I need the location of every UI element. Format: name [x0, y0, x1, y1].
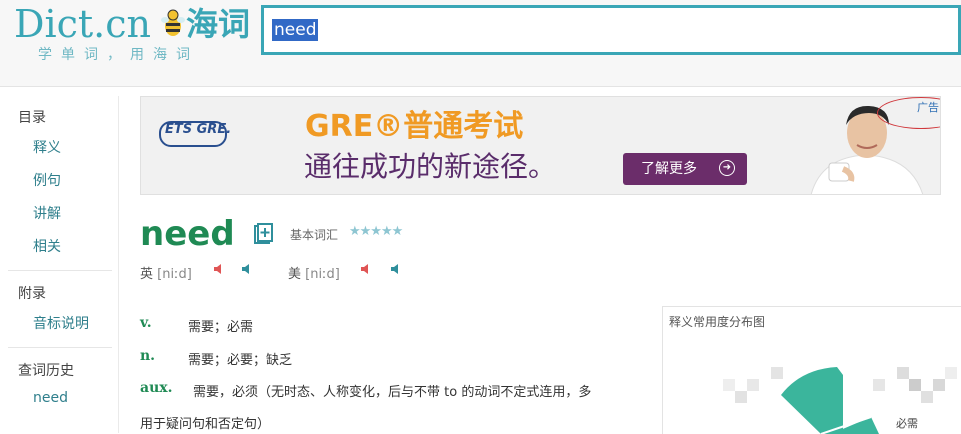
definition-text-continuation: 用于疑问句和否定句）: [140, 417, 271, 432]
sidebar-heading-contents: 目录: [18, 110, 46, 126]
speaker-red-icon[interactable]: [359, 262, 373, 276]
sidebar-divider: [118, 96, 119, 433]
search-input[interactable]: need: [261, 5, 961, 55]
definition-pos: n.: [140, 348, 156, 364]
sidebar-separator: [8, 270, 112, 271]
speaker-blue-icon[interactable]: [240, 262, 254, 276]
arrow-right-icon: ➜: [719, 160, 735, 176]
pron-uk-phonetic: [niːd]: [157, 267, 192, 282]
ad-learn-more-button[interactable]: 了解更多 ➜: [623, 153, 747, 185]
bee-mascot-icon: [161, 9, 185, 36]
speaker-blue-icon[interactable]: [389, 262, 403, 276]
search-input-value[interactable]: need: [272, 19, 319, 41]
pron-us-label: 美: [288, 267, 302, 282]
ad-subtitle: 通往成功的新途径。: [304, 150, 557, 183]
word-level-stars: ★★★★★: [349, 224, 403, 239]
ets-gre-logo: ETS GRE.: [165, 122, 232, 137]
sidebar-item-explanation[interactable]: 讲解: [33, 203, 61, 223]
sidebar-item-examples[interactable]: 例句: [33, 170, 61, 190]
logo-text: Dict.cn: [14, 2, 152, 46]
sidebar-item-phonetic-notes[interactable]: 音标说明: [33, 313, 89, 333]
sidebar-item-related[interactable]: 相关: [33, 236, 61, 256]
definition-pos: v.: [140, 315, 152, 331]
definition-text: 需要，必须（无时态、人称变化，后与不带 to 的动词不定式连用，多: [193, 385, 592, 400]
pron-us-phonetic: [niːd]: [305, 267, 340, 282]
ad-label: 广告: [917, 101, 939, 114]
sidebar-separator: [8, 347, 112, 348]
pie-slice-label: 必需: [896, 417, 918, 430]
speaker-red-icon[interactable]: [212, 262, 226, 276]
sidebar-item-definitions[interactable]: 释义: [33, 137, 61, 157]
header: Dict.cn 海词 学单词，用海词 need: [0, 0, 961, 87]
definition-text: 需要；必要；缺乏: [188, 353, 293, 368]
word-level-label: 基本词汇: [290, 228, 339, 242]
ad-button-label: 了解更多: [641, 161, 697, 177]
definition-text: 需要；必需: [188, 320, 254, 335]
usage-panel-title: 释义常用度分布图: [669, 315, 766, 329]
pron-us: 美 [niːd]: [288, 263, 340, 282]
logo-tagline: 学单词，用海词: [38, 47, 199, 63]
gre-ad-banner[interactable]: ETS GRE. GRE®普通考试 通往成功的新途径。 了解更多 ➜ 广告: [140, 96, 941, 195]
definition-pos: aux.: [140, 380, 173, 396]
pron-uk-label: 英: [140, 267, 154, 282]
headword: need: [140, 214, 235, 254]
pron-uk: 英 [niːd]: [140, 263, 192, 282]
sidebar: 目录 释义 例句 讲解 相关 附录 音标说明 查词历史 need: [0, 96, 120, 433]
usage-pie-chart: [781, 367, 879, 434]
logo-cn-text: 海词: [186, 5, 251, 43]
add-to-wordbook-icon[interactable]: [253, 223, 273, 245]
sidebar-heading-history: 查词历史: [18, 363, 74, 379]
history-item[interactable]: need: [33, 390, 68, 406]
dictcn-logo[interactable]: Dict.cn 海词 学单词，用海词: [14, 2, 264, 66]
sidebar-heading-appendix: 附录: [18, 286, 46, 302]
ad-title: GRE®普通考试: [305, 109, 524, 144]
